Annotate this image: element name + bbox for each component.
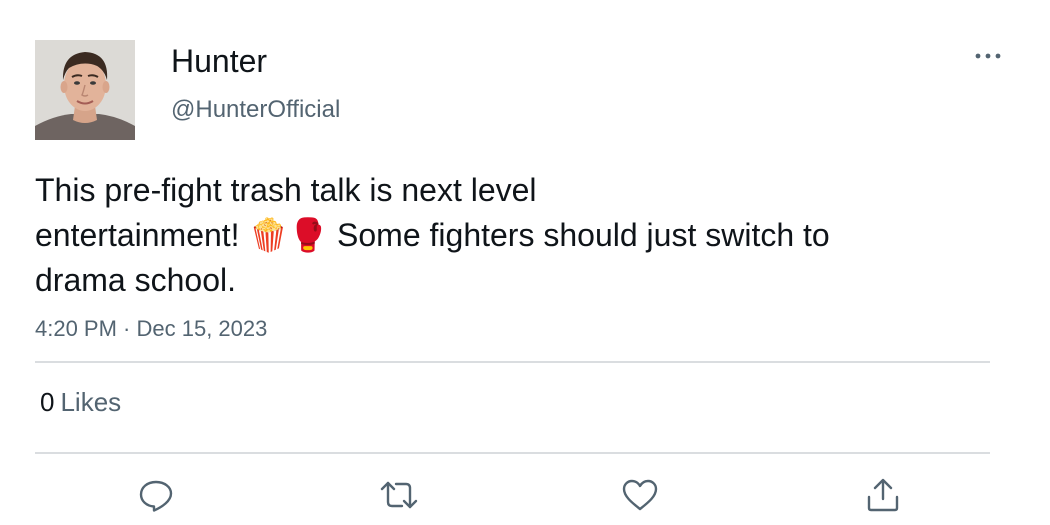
author-handle[interactable]: @HunterOfficial [171, 95, 340, 125]
avatar[interactable] [35, 40, 135, 140]
divider [35, 452, 990, 454]
like-button[interactable] [620, 476, 660, 514]
reply-bubble-icon [139, 480, 173, 512]
avatar-photo [35, 40, 135, 140]
heart-icon [622, 479, 658, 511]
author-name[interactable]: Hunter [171, 42, 267, 80]
more-horizontal-icon [975, 53, 1001, 59]
divider [35, 361, 990, 363]
retweet-button[interactable] [379, 476, 419, 514]
more-options-button[interactable] [968, 40, 1008, 72]
tweet-text: This pre-fight trash talk is next level … [35, 172, 830, 298]
likes-label: Likes [60, 387, 122, 417]
likes-count: 0 [40, 387, 55, 417]
reply-button[interactable] [136, 476, 176, 514]
share-upload-icon [867, 478, 899, 512]
share-button[interactable] [863, 476, 903, 514]
retweet-arrows-icon [380, 481, 418, 509]
likes-stat[interactable]: 0 Likes [40, 386, 121, 418]
tweet-timestamp[interactable]: 4:20 PM · Dec 15, 2023 [35, 314, 267, 344]
tweet-card: Hunter @HunterOfficial This pre-fight tr… [0, 0, 1050, 525]
